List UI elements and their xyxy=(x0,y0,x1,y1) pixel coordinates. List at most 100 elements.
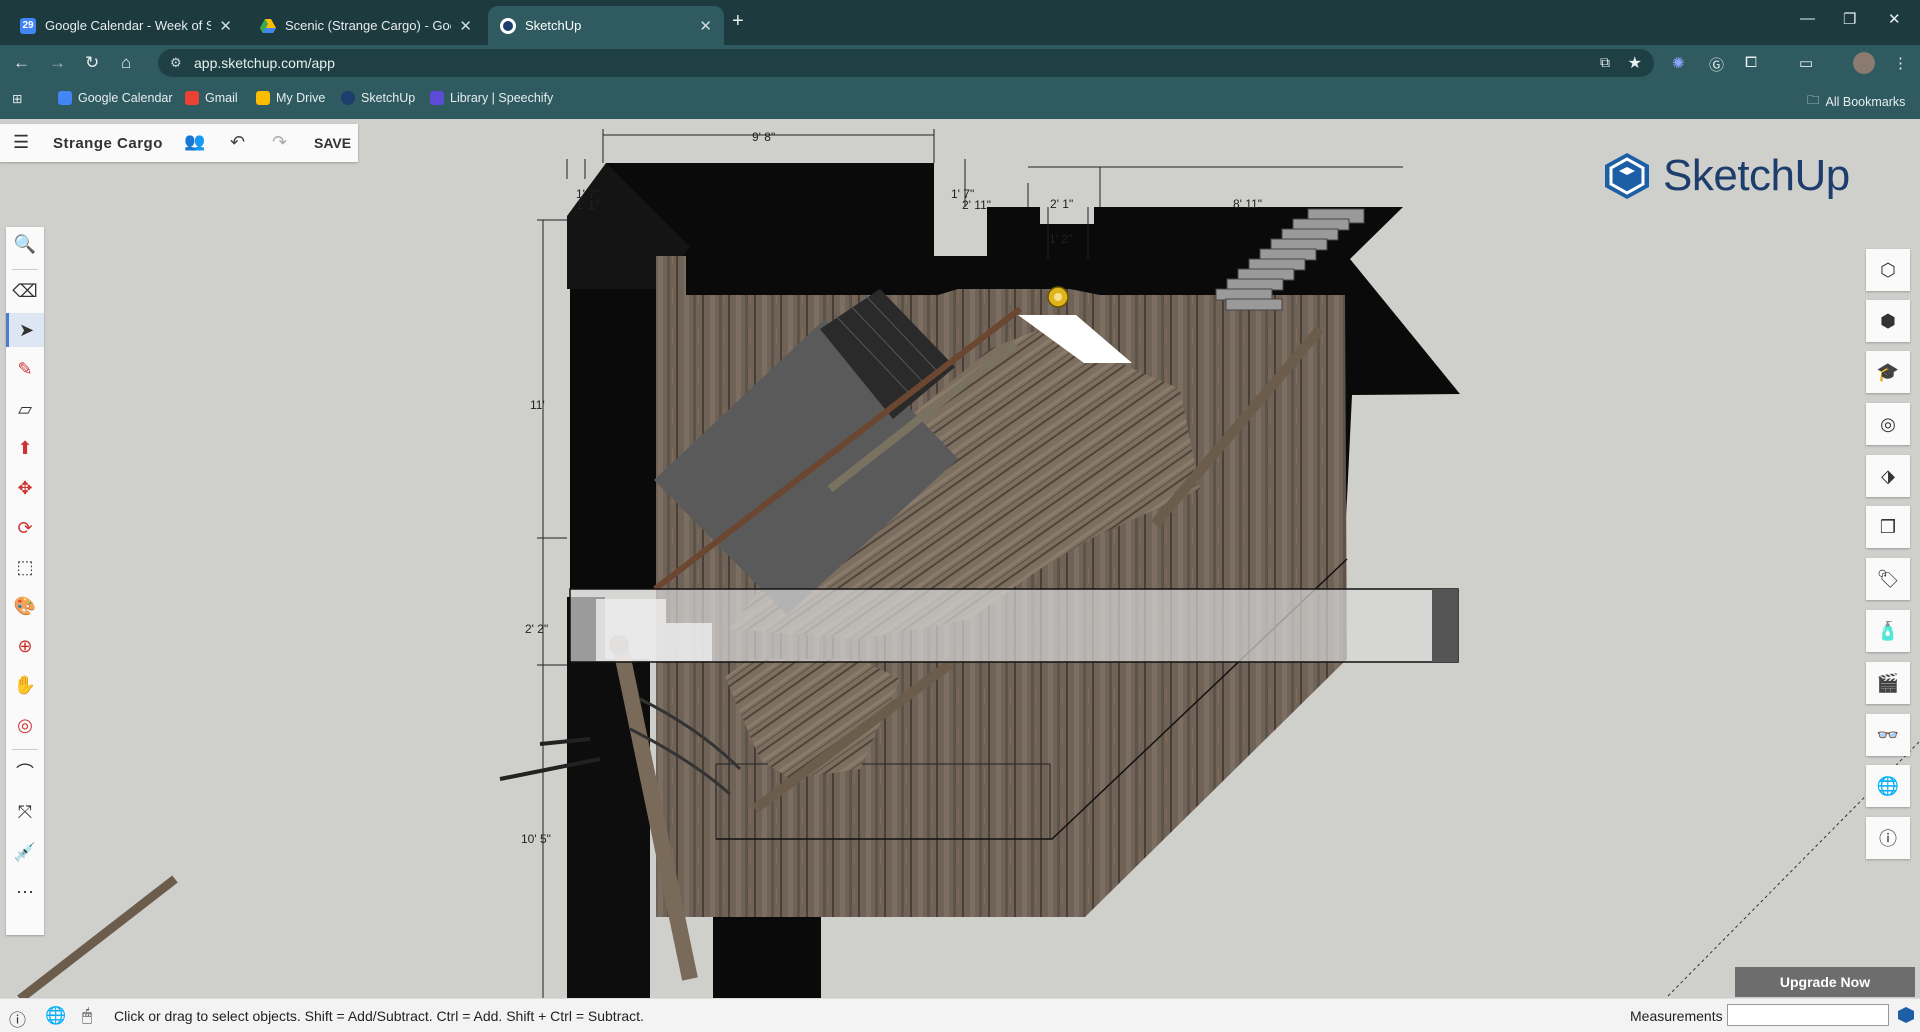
dimension-label-left-upper-2: 1' 1" xyxy=(576,198,599,212)
google-calendar-icon xyxy=(58,91,72,105)
arc-tool-icon[interactable]: ⌒ xyxy=(6,755,44,789)
profile-avatar[interactable] xyxy=(1853,52,1875,74)
browser-menu-icon[interactable]: ⋮ xyxy=(1893,54,1908,72)
instructor-icon[interactable]: 🎓 xyxy=(1866,351,1910,393)
scale-tool-icon[interactable]: ⬚ xyxy=(6,550,44,584)
forward-icon[interactable]: → xyxy=(49,53,66,73)
search-tool-icon[interactable]: 🔍 xyxy=(6,227,44,261)
browser-tab-strip: 29 Google Calendar - Week of Sep ✕ Sceni… xyxy=(0,0,1920,45)
eraser-tool-icon[interactable]: ⌫ xyxy=(6,274,44,308)
bookmark-sketchup[interactable]: SketchUp xyxy=(341,91,415,105)
tab-google-calendar[interactable]: 29 Google Calendar - Week of Sep ✕ xyxy=(8,6,244,45)
geo-location-icon[interactable]: 🌐 xyxy=(1866,765,1910,807)
entity-info-icon[interactable]: ⬡ xyxy=(1866,249,1910,291)
dimension-label-11: 11' xyxy=(530,398,545,412)
push-pull-tool-icon[interactable]: ⬆ xyxy=(6,431,44,465)
components-icon[interactable]: ⬢ xyxy=(1866,300,1910,342)
sketchup-logo-icon xyxy=(1605,153,1649,199)
gmail-icon xyxy=(185,91,199,105)
tags-icon[interactable]: 🏷 xyxy=(1866,558,1910,600)
move-tool-icon[interactable]: ✥ xyxy=(6,471,44,505)
extensions-puzzle-icon[interactable]: ⧠ xyxy=(1745,54,1757,71)
address-bar[interactable]: ⚙ app.sketchup.com/app ⧉ ★ xyxy=(158,49,1654,77)
dimension-label-top-width: 9' 8" xyxy=(752,130,775,144)
left-toolbar: 🔍 ⌫ ➤ ✎ ▱ ⬆ ✥ ⟳ ⬚ 🎨 ⊕ ✋ ◎ ⌒ ⤧ 💉 ⋯ xyxy=(6,227,44,935)
project-name[interactable]: Strange Cargo xyxy=(53,135,163,152)
status-bar: ⓘ 🌐 🖱 Click or drag to select objects. S… xyxy=(0,998,1920,1032)
scenes-icon[interactable]: 🎬 xyxy=(1866,662,1910,704)
restore-icon[interactable]: ❐ xyxy=(1843,10,1856,28)
measurements-input[interactable] xyxy=(1727,1004,1889,1026)
sketchup-icon xyxy=(500,17,516,34)
display-glasses-icon[interactable]: 👓 xyxy=(1866,714,1910,756)
upgrade-now-button[interactable]: Upgrade Now xyxy=(1735,967,1915,997)
dimension-tool-icon[interactable]: ⤧ xyxy=(6,795,44,829)
close-icon[interactable]: ✕ xyxy=(699,17,712,35)
close-icon[interactable]: ✕ xyxy=(459,17,472,35)
tab-sketchup[interactable]: SketchUp ✕ xyxy=(488,6,724,45)
dimension-label-right-e: 8' 11" xyxy=(1233,197,1262,211)
bookmark-my-drive[interactable]: My Drive xyxy=(256,91,325,105)
folder-icon: 🗀 xyxy=(1807,93,1820,107)
axis-origin-marker xyxy=(1047,286,1069,308)
redo-icon[interactable]: ↷ xyxy=(272,132,287,153)
reload-icon[interactable]: ↻ xyxy=(85,53,99,73)
bookmark-speechify[interactable]: Library | Speechify xyxy=(430,91,553,105)
more-tools-icon[interactable]: ⋯ xyxy=(6,875,44,909)
sketchup-logo-text: SketchUp xyxy=(1663,151,1850,200)
info-icon[interactable]: ⓘ xyxy=(1866,817,1910,859)
pan-tool-icon[interactable]: ✋ xyxy=(6,668,44,702)
install-app-icon[interactable]: ⧉ xyxy=(1600,54,1610,71)
pencil-tool-icon[interactable]: ✎ xyxy=(6,352,44,386)
undo-icon[interactable]: ↶ xyxy=(230,132,245,153)
rectangle-tool-icon[interactable]: ▱ xyxy=(6,392,44,426)
speechify-extension-icon[interactable]: ✺ xyxy=(1672,54,1685,72)
views-cube-icon[interactable]: ⬗ xyxy=(1866,455,1910,497)
mouse-icon[interactable]: 🖱 xyxy=(82,1006,92,1026)
help-icon[interactable]: ⓘ xyxy=(9,1006,26,1031)
language-globe-icon[interactable]: 🌐 xyxy=(45,1006,66,1026)
browser-toolbar: ← → ↻ ⌂ ⚙ app.sketchup.com/app ⧉ ★ ✺ Ⓖ ⧠… xyxy=(0,45,1920,81)
site-info-icon[interactable]: ⚙ xyxy=(170,55,182,71)
minimize-icon[interactable]: — xyxy=(1800,10,1815,27)
bookmark-star-icon[interactable]: ★ xyxy=(1628,53,1642,73)
google-drive-icon xyxy=(260,18,276,34)
grammarly-extension-icon[interactable]: Ⓖ xyxy=(1709,54,1724,75)
hamburger-menu-icon[interactable]: ☰ xyxy=(13,132,29,153)
new-tab-button[interactable]: + xyxy=(732,10,744,33)
bookmark-google-calendar[interactable]: Google Calendar xyxy=(58,91,173,105)
eyedropper-tool-icon[interactable]: 💉 xyxy=(6,835,44,869)
paint-bucket-tool-icon[interactable]: 🎨 xyxy=(6,589,44,623)
google-calendar-icon: 29 xyxy=(20,17,36,34)
side-panel-icon[interactable]: ▭ xyxy=(1799,54,1813,72)
window-close-icon[interactable]: ✕ xyxy=(1888,10,1901,28)
tab-title: Scenic (Strange Cargo) - Googl xyxy=(285,18,452,33)
tab-title: Google Calendar - Week of Sep xyxy=(45,18,212,33)
home-icon[interactable]: ⌂ xyxy=(121,53,131,73)
close-icon[interactable]: ✕ xyxy=(219,17,232,35)
tab-scenic-drive[interactable]: Scenic (Strange Cargo) - Googl ✕ xyxy=(248,6,484,45)
orbit-tool-icon[interactable]: ⊕ xyxy=(6,629,44,663)
share-users-icon[interactable]: 👥 xyxy=(184,132,205,152)
save-button[interactable]: SAVE xyxy=(314,135,351,151)
rotate-tool-icon[interactable]: ⟳ xyxy=(6,511,44,545)
model-viewport[interactable]: 9' 8" 1' 7" 1' 1" 1' 7" 2' 11" 2' 1" 1' … xyxy=(0,119,1920,999)
bookmark-gmail[interactable]: Gmail xyxy=(185,91,238,105)
position-camera-tool-icon[interactable]: ◎ xyxy=(6,708,44,742)
speechify-icon xyxy=(430,91,444,105)
dimension-label-10-5: 10' 5" xyxy=(521,832,551,846)
apps-grid-icon[interactable]: ⊞ xyxy=(12,91,22,106)
translucent-beam[interactable] xyxy=(569,588,1459,663)
styles-icon[interactable]: ◎ xyxy=(1866,403,1910,445)
select-tool-icon[interactable]: ➤ xyxy=(6,313,44,347)
url-text: app.sketchup.com/app xyxy=(194,55,335,71)
measurements-label: Measurements xyxy=(1630,1008,1723,1024)
sketchup-small-logo-icon xyxy=(1898,1007,1914,1023)
all-bookmarks-folder[interactable]: 🗀 All Bookmarks xyxy=(1807,91,1905,112)
bookmark-label: SketchUp xyxy=(361,91,416,105)
all-bookmarks-label: All Bookmarks xyxy=(1825,94,1906,109)
solid-inspector-icon[interactable]: ❒ xyxy=(1866,506,1910,548)
dimension-label-right-c: 2' 1" xyxy=(1050,197,1073,211)
back-icon[interactable]: ← xyxy=(13,53,30,73)
materials-icon[interactable]: 🧴 xyxy=(1866,610,1910,652)
